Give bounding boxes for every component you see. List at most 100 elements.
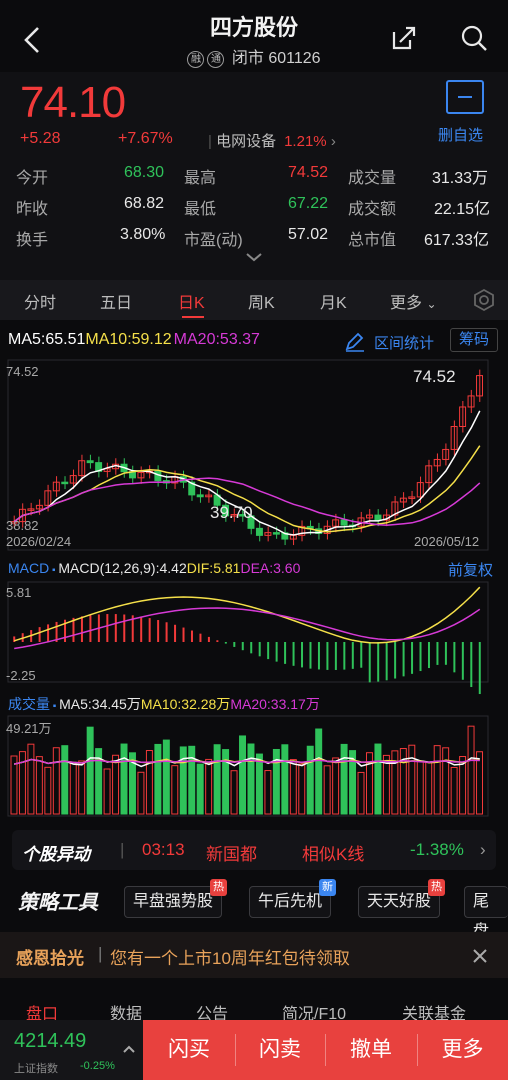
close-icon[interactable] — [472, 948, 488, 964]
volume-axis-top: 49.21万 — [6, 721, 52, 736]
header: 四方股份 融通 闭市 601126 — [0, 0, 508, 72]
volume-bar — [188, 745, 196, 815]
connect-tag: 通 — [207, 51, 225, 68]
tab-more-label: 更多 — [390, 295, 423, 312]
volume-bar — [137, 771, 145, 815]
tool-chip-afternoon[interactable]: 午后先机新 — [249, 879, 337, 918]
dropdown-dot-icon: ▪ — [50, 701, 60, 712]
divider — [235, 1034, 236, 1066]
tab-daily-k[interactable]: 日K — [178, 289, 205, 313]
tab-intraday[interactable]: 分时 — [24, 289, 56, 313]
volume-bar — [281, 744, 289, 815]
macd-axis-top: 5.81 — [6, 585, 32, 600]
stat-label: 换手 — [16, 232, 49, 249]
high-marker: 74.52 — [413, 367, 456, 386]
tab-weekly-k[interactable]: 周K — [248, 289, 275, 313]
stat-label: 市盈(动) — [184, 232, 243, 249]
chevron-up-icon[interactable] — [122, 1044, 136, 1054]
volume-selector[interactable]: 成交量 — [8, 696, 50, 712]
promo-banner[interactable]: 感恩拾光 | 您有一个上市10周年红包待领取 — [0, 932, 508, 978]
volume-bar — [264, 770, 272, 815]
stat-value: 3.80% — [120, 226, 166, 243]
sector-link[interactable]: | 电网设备 1.21% › — [208, 130, 336, 151]
dea-line — [14, 607, 481, 650]
kline-chart-area: MA5:65.51MA10:59.12 MA20:53.37 区间统计 筹码 74… — [0, 320, 508, 820]
dif-value: DIF:5.81 — [186, 560, 241, 576]
index-value[interactable]: 4214.49 — [14, 1030, 86, 1053]
remove-watchlist-button[interactable] — [446, 80, 484, 114]
last-price: 74.10 — [20, 78, 126, 127]
volume-bar — [315, 728, 323, 815]
stat-value: 67.22 — [288, 195, 329, 212]
candle-body — [374, 514, 382, 521]
chip-label: 早盘强势股 — [133, 893, 214, 910]
movement-pct: -1.38% — [410, 840, 464, 859]
tab-five-day[interactable]: 五日 — [100, 289, 132, 313]
stat-value: 31.33万 — [432, 170, 489, 187]
date-end: 2026/05/12 — [414, 534, 480, 549]
settings-icon[interactable] — [472, 288, 496, 312]
volume-bar — [52, 747, 60, 815]
tool-chip-closing[interactable]: 尾盘 — [464, 886, 508, 940]
stat-label: 成交量 — [348, 170, 397, 187]
volume-bar — [467, 725, 475, 815]
stat-label: 昨收 — [16, 201, 49, 218]
volume-legend: 成交量 ▪ MA5:34.45万MA10:32.28万MA20:33.17万 — [8, 694, 320, 714]
volume-bar — [255, 753, 263, 815]
price-change-pct: +7.67% — [118, 130, 173, 147]
stat-label: 最高 — [184, 170, 217, 187]
chevron-down-icon[interactable] — [245, 252, 263, 262]
dropdown-dot-icon: ▪ — [49, 565, 59, 576]
adjust-button[interactable]: 前复权 — [448, 559, 493, 580]
flash-buy-button[interactable]: 闪买 — [143, 1020, 235, 1080]
volume-bar — [35, 756, 43, 815]
volume-bar — [450, 766, 458, 815]
app-root: 四方股份 融通 闭市 601126 74.10 +5.28 +7.67% | 电… — [0, 0, 508, 1080]
divider — [325, 1034, 326, 1066]
volume-bar — [171, 765, 179, 815]
volume-bar — [78, 760, 86, 815]
price-change: +5.28 — [20, 130, 61, 147]
quote-panel: 74.10 +5.28 +7.67% | 电网设备 1.21% › 删自选 今开 … — [0, 72, 508, 280]
volume-bar — [10, 755, 18, 815]
divider: | — [120, 840, 125, 859]
strategy-tools: 策略工具 早盘强势股热 午后先机新 天天好股热 尾盘 — [0, 876, 508, 940]
share-icon[interactable] — [390, 24, 418, 52]
hot-badge: 热 — [428, 879, 446, 896]
volume-bar — [61, 745, 69, 815]
search-icon[interactable] — [460, 24, 488, 52]
stat-value: 68.30 — [124, 164, 165, 181]
tab-more[interactable]: 更多 ⌄ — [390, 289, 437, 313]
macd-value: MACD(12,26,9):4.42 — [58, 560, 187, 576]
tool-chip-daily-good[interactable]: 天天好股热 — [358, 879, 446, 918]
stock-movement-bar[interactable]: 个股异动 | 03:13 新国都 相似K线 -1.38% › — [12, 830, 496, 870]
volume-bar — [425, 761, 433, 815]
volume-bar — [222, 749, 230, 815]
volume-bar — [306, 745, 314, 815]
vol-ma5: MA5:34.45万 — [59, 696, 141, 712]
chip-label: 午后先机 — [258, 893, 323, 910]
cancel-order-button[interactable]: 撤单 — [325, 1020, 417, 1080]
tool-chip-morning-strong[interactable]: 早盘强势股热 — [124, 879, 228, 918]
volume-bar — [289, 759, 297, 815]
remove-watchlist-label[interactable]: 删自选 — [438, 124, 483, 145]
volume-bar — [112, 754, 120, 815]
stat-label: 最低 — [184, 201, 217, 218]
tab-monthly-k[interactable]: 月K — [320, 289, 347, 313]
more-actions-button[interactable]: 更多 — [417, 1020, 508, 1080]
period-tabs: 分时 五日 日K 周K 月K 更多 ⌄ — [0, 280, 508, 320]
volume-bar — [247, 743, 255, 815]
macd-legend: MACD ▪ MACD(12,26,9):4.42DIF:5.81DEA:3.6… — [8, 560, 300, 576]
volume-bar — [382, 754, 390, 815]
volume-bar — [196, 763, 204, 815]
chevron-down-icon: ⌄ — [426, 297, 437, 311]
price-axis-bottom: 38.82 — [6, 518, 39, 533]
volume-bar — [230, 770, 238, 815]
volume-bar — [374, 743, 382, 815]
volume-bar — [154, 743, 162, 815]
flash-sell-button[interactable]: 闪卖 — [235, 1020, 325, 1080]
dif-line — [13, 586, 481, 644]
macd-selector[interactable]: MACD — [8, 560, 49, 576]
volume-bar — [433, 745, 441, 815]
movement-event: 新国都 — [206, 845, 257, 864]
